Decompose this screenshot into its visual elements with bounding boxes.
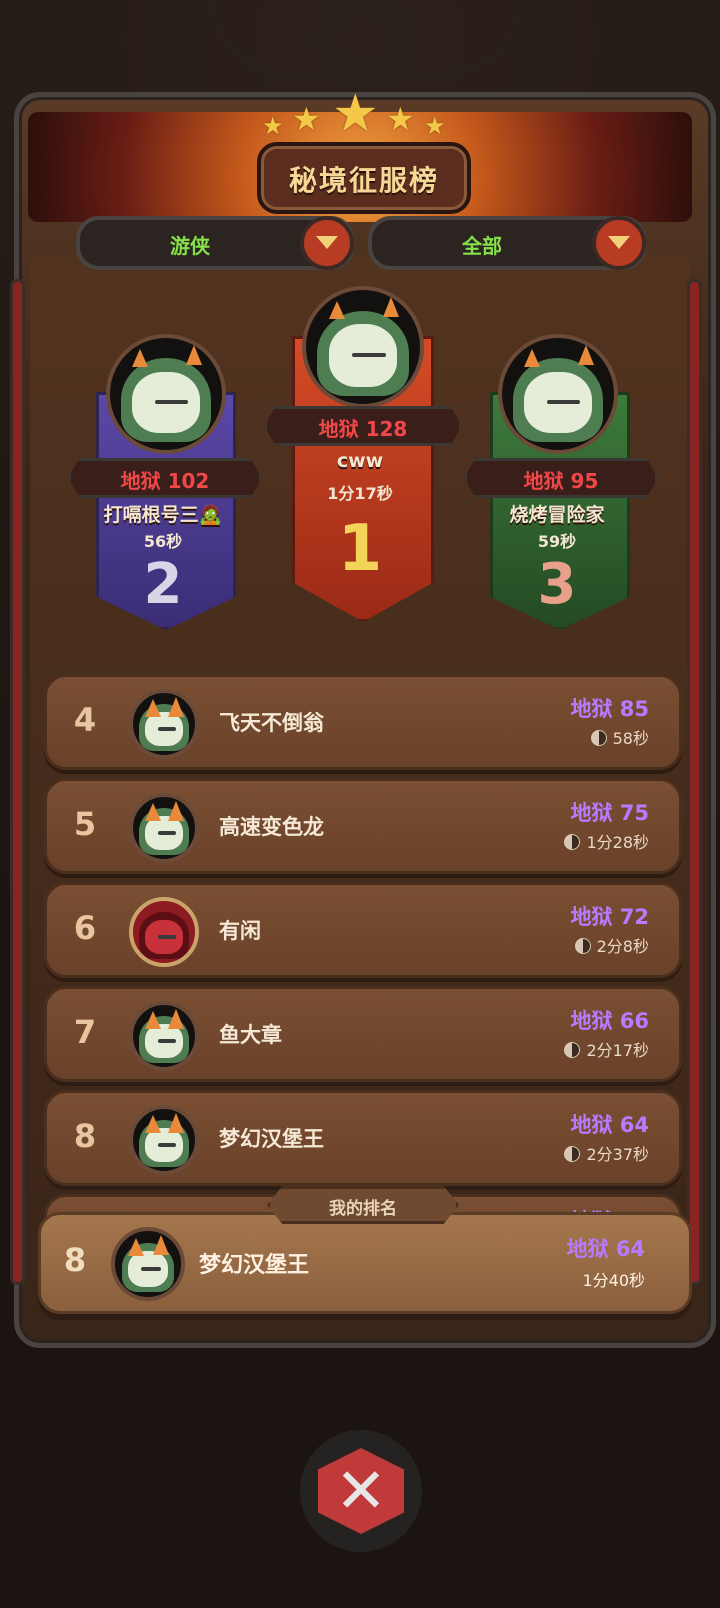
clock-icon [564, 1146, 581, 1162]
row-time: 2分17秒 [564, 1037, 649, 1061]
clock-icon [574, 938, 591, 954]
row-rank: 6 [73, 909, 97, 947]
fox-hood-avatar[interactable] [498, 334, 618, 454]
top-ornament [210, 0, 522, 76]
chevron-down-icon[interactable] [300, 216, 354, 270]
podium-third-rank: 3 [537, 552, 577, 617]
my-rank-time-value: 1分40秒 [582, 1271, 645, 1290]
my-rank-tab: 我的排名 [267, 1186, 459, 1224]
rating-stars: ★ ★ ★ ★ ★ [0, 84, 720, 146]
close-icon: ✕ [335, 1454, 387, 1527]
fox-hood-avatar[interactable] [302, 286, 424, 408]
fox-hood-avatar[interactable] [129, 1105, 199, 1175]
my-rank-label: 我的排名 [329, 1199, 397, 1219]
leaderboard-row[interactable]: 8 梦幻汉堡王 地狱 64 2分37秒 [44, 1090, 682, 1186]
scope-filter-label: 全部 [462, 234, 502, 258]
fox-hood-avatar[interactable] [129, 793, 199, 863]
my-rank-number: 8 [63, 1241, 87, 1279]
class-filter-label: 游侠 [170, 234, 210, 258]
row-time: 2分8秒 [574, 933, 649, 957]
row-name: 鱼大章 [219, 1023, 282, 1047]
row-name: 高速变色龙 [219, 815, 324, 839]
title-plate: 秘境征服榜 [257, 142, 471, 214]
row-name: 梦幻汉堡王 [219, 1127, 324, 1151]
podium-first-time: 1分17秒 [327, 484, 393, 503]
star-icon: ★ [386, 100, 415, 138]
fox-hood-avatar[interactable] [129, 1001, 199, 1071]
row-rank: 7 [73, 1013, 97, 1051]
row-name: 有闲 [219, 919, 261, 943]
row-time-value: 2分37秒 [586, 1145, 649, 1164]
podium-third-name: 烧烤冒险家 [509, 504, 605, 526]
star-icon: ★ [424, 112, 446, 140]
podium-second-time: 56秒 [143, 532, 183, 551]
star-icon: ★ [332, 84, 379, 144]
leaderboard-row[interactable]: 5 高速变色龙 地狱 75 1分28秒 [44, 778, 682, 874]
podium-third-level-plate: 地狱 95 [464, 458, 658, 498]
fox-hood-avatar[interactable] [111, 1227, 185, 1301]
row-time-value: 1分28秒 [586, 833, 649, 852]
row-level: 地狱 85 [570, 697, 649, 721]
row-time: 2分37秒 [564, 1141, 649, 1165]
podium-third-time: 59秒 [537, 532, 577, 551]
podium-second-name: 打嗝根号三🧟 [103, 504, 223, 526]
podium-third-level: 地狱 95 [523, 469, 599, 493]
row-time-value: 58秒 [612, 729, 649, 748]
class-filter-dropdown[interactable]: 游侠 [76, 216, 354, 270]
podium-first-level: 地狱 128 [318, 417, 408, 441]
leaderboard-row[interactable]: 4 飞天不倒翁 地狱 85 58秒 [44, 674, 682, 770]
star-icon: ★ [262, 112, 284, 140]
row-level: 地狱 72 [570, 905, 649, 929]
my-rank-name: 梦幻汉堡王 [199, 1253, 310, 1278]
podium-first-rank: 1 [337, 512, 383, 586]
row-time: 1分28秒 [564, 829, 649, 853]
row-level: 地狱 64 [570, 1113, 649, 1137]
star-icon: ★ [292, 100, 321, 138]
clock-icon [590, 730, 607, 746]
fox-hood-avatar[interactable] [106, 334, 226, 454]
demon-avatar[interactable] [129, 897, 199, 967]
fox-hood-avatar[interactable] [129, 689, 199, 759]
row-name: 飞天不倒翁 [219, 711, 324, 735]
podium-first-name: cww [336, 450, 384, 472]
left-red-rail [13, 282, 22, 1282]
podium-second-level: 地狱 102 [120, 469, 210, 493]
row-time: 58秒 [590, 725, 649, 749]
row-level: 地狱 66 [570, 1009, 649, 1033]
leaderboard-row[interactable]: 7 鱼大章 地狱 66 2分17秒 [44, 986, 682, 1082]
row-rank: 5 [73, 805, 97, 843]
close-button[interactable]: ✕ [318, 1448, 404, 1534]
row-time-value: 2分8秒 [596, 937, 649, 956]
row-level: 地狱 75 [570, 801, 649, 825]
clock-icon [564, 1042, 581, 1058]
clock-icon [564, 834, 581, 850]
podium-second-level-plate: 地狱 102 [68, 458, 262, 498]
right-red-rail [690, 282, 699, 1282]
row-rank: 4 [73, 701, 97, 739]
scope-filter-dropdown[interactable]: 全部 [368, 216, 646, 270]
chevron-down-icon[interactable] [592, 216, 646, 270]
podium-first-level-plate: 地狱 128 [264, 406, 462, 446]
row-time-value: 2分17秒 [586, 1041, 649, 1060]
row-rank: 8 [73, 1117, 97, 1155]
my-rank-time: 1分40秒 [582, 1267, 645, 1291]
leaderboard-row[interactable]: 6 有闲 地狱 72 2分8秒 [44, 882, 682, 978]
my-rank-level: 地狱 64 [566, 1237, 645, 1261]
my-rank-row[interactable]: 8 梦幻汉堡王 地狱 64 1分40秒 [38, 1212, 692, 1314]
page-title: 秘境征服榜 [288, 164, 439, 197]
podium-second-rank: 2 [143, 552, 183, 617]
